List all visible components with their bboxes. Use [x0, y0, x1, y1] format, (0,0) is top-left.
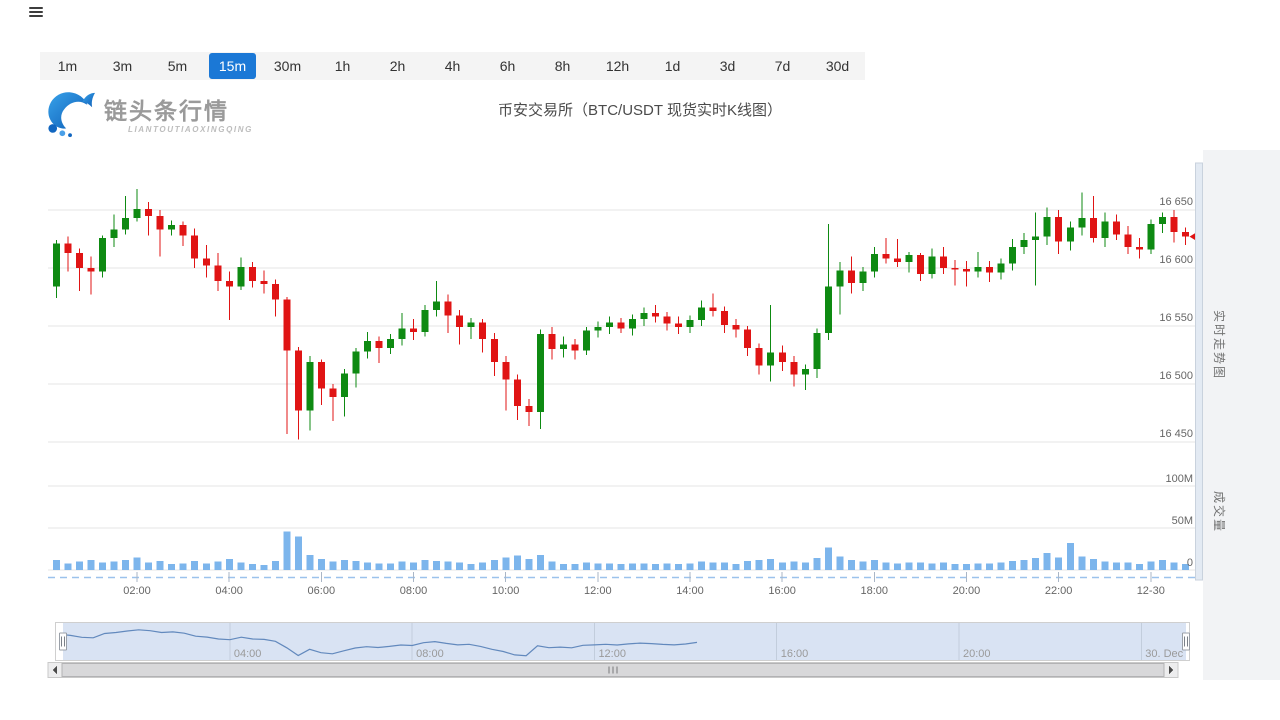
y-axis-labels: 16 650 16 600 16 550 16 500 16 450 100M 50M 0 — [1159, 196, 1193, 569]
svg-text:12:00: 12:00 — [598, 648, 626, 660]
timeframe-option-3d[interactable]: 3d — [700, 52, 755, 80]
svg-text:12-30: 12-30 — [1137, 585, 1165, 597]
timeframe-option-8h[interactable]: 8h — [535, 52, 590, 80]
timeframe-option-30m[interactable]: 30m — [260, 52, 315, 80]
svg-text:20:00: 20:00 — [963, 648, 991, 660]
timeframe-option-1h[interactable]: 1h — [315, 52, 370, 80]
brand-tagline: LIANTOUTIAOXINGQING — [104, 125, 253, 134]
menu-icon-bar — [29, 11, 43, 13]
right-background-panel — [1203, 150, 1280, 680]
svg-text:06:00: 06:00 — [308, 585, 336, 597]
svg-text:30. Dec: 30. Dec — [1145, 648, 1183, 660]
timeframe-option-1m[interactable]: 1m — [40, 52, 95, 80]
timeframe-option-12h[interactable]: 12h — [590, 52, 645, 80]
svg-text:16 550: 16 550 — [1159, 312, 1193, 324]
timeframe-option-6h[interactable]: 6h — [480, 52, 535, 80]
svg-text:16 600: 16 600 — [1159, 254, 1193, 266]
svg-text:50M: 50M — [1172, 515, 1193, 527]
x-axis: 02:00 04:00 06:00 08:00 10:00 12:00 14:00 16:00… — [123, 572, 1165, 597]
svg-text:14:00: 14:00 — [676, 585, 704, 597]
timeframe-option-7d[interactable]: 7d — [755, 52, 810, 80]
svg-text:04:00: 04:00 — [215, 585, 243, 597]
svg-text:16:00: 16:00 — [768, 585, 796, 597]
svg-text:04:00: 04:00 — [234, 648, 262, 660]
svg-text:16 650: 16 650 — [1159, 196, 1193, 208]
menu-icon[interactable] — [29, 7, 43, 18]
navigator-right-handle[interactable] — [1183, 633, 1190, 650]
menu-icon-bar — [29, 7, 43, 9]
timeframe-toolbar: 1m3m5m15m30m1h2h4h6h8h12h1d3d7d30d — [40, 52, 865, 80]
vertical-scroll-strip[interactable] — [1196, 163, 1203, 580]
gridlines — [48, 210, 1202, 570]
volume-pane-label: 成交量 — [1212, 491, 1227, 533]
svg-text:08:00: 08:00 — [400, 585, 428, 597]
svg-text:0: 0 — [1187, 557, 1193, 569]
menu-icon-bar — [29, 15, 43, 17]
svg-text:100M: 100M — [1165, 473, 1193, 485]
timeframe-option-4h[interactable]: 4h — [425, 52, 480, 80]
horizontal-scrollbar[interactable] — [48, 663, 1178, 678]
page-title: 币安交易所（BTC/USDT 现货实时K线图） — [0, 99, 1280, 120]
timeframe-option-30d[interactable]: 30d — [810, 52, 865, 80]
volume-series — [53, 531, 1189, 570]
candlestick-series — [53, 189, 1189, 440]
svg-text:02:00: 02:00 — [123, 585, 151, 597]
svg-text:12:00: 12:00 — [584, 585, 612, 597]
timeframe-option-2h[interactable]: 2h — [370, 52, 425, 80]
svg-text:08:00: 08:00 — [416, 648, 444, 660]
svg-text:16 500: 16 500 — [1159, 370, 1193, 382]
kline-chart: 16 650 16 600 16 550 16 500 16 450 100M 50M 0 02… — [0, 150, 1280, 680]
navigator-left-handle[interactable] — [60, 633, 67, 650]
timeframe-option-3m[interactable]: 3m — [95, 52, 150, 80]
svg-text:22:00: 22:00 — [1045, 585, 1073, 597]
navigator[interactable]: 04:00 08:00 12:00 16:00 20:00 30. Dec — [56, 623, 1190, 661]
svg-text:16 450: 16 450 — [1159, 428, 1193, 440]
timeframe-option-1d[interactable]: 1d — [645, 52, 700, 80]
timeframe-option-15m[interactable]: 15m — [209, 53, 256, 79]
price-pane-label: 实时走势图 — [1212, 310, 1227, 380]
svg-text:16:00: 16:00 — [781, 648, 809, 660]
svg-text:10:00: 10:00 — [492, 585, 520, 597]
svg-text:18:00: 18:00 — [861, 585, 889, 597]
timeframe-option-5m[interactable]: 5m — [150, 52, 205, 80]
svg-text:20:00: 20:00 — [953, 585, 981, 597]
